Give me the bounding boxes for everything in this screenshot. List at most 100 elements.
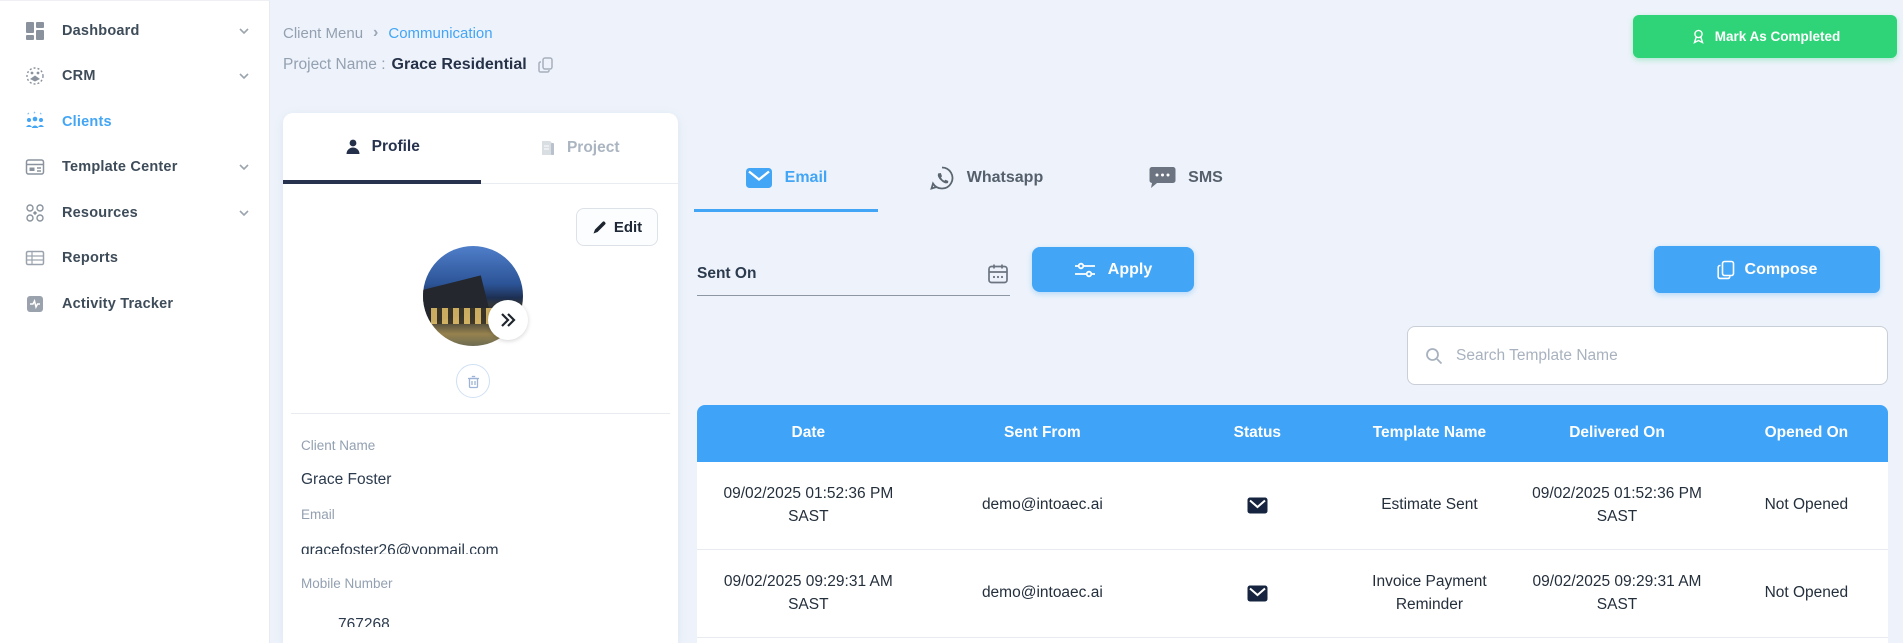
card-divider: [291, 413, 670, 414]
tab-email-label: Email: [784, 168, 828, 186]
tab-project[interactable]: Project: [480, 113, 678, 184]
email-icon: [745, 167, 772, 188]
chevron-down-icon: [239, 73, 249, 80]
resources-icon: [24, 202, 46, 224]
expand-avatar-button[interactable]: [488, 300, 528, 340]
trash-icon: [467, 375, 479, 388]
apply-button-label: Apply: [1107, 260, 1153, 278]
project-name-line: Project Name : Grace Residential: [283, 56, 555, 74]
main-content: Client Menu › Communication Project Name…: [270, 0, 1903, 643]
column-header-sent-from: Sent From: [1004, 424, 1081, 442]
table-row[interactable]: 09/02/2025 09:29:31 AM SAST demo@intoaec…: [697, 550, 1888, 638]
edit-button-label: Edit: [613, 218, 643, 236]
sidebar-item-crm[interactable]: CRM: [0, 54, 269, 100]
reports-icon: [24, 247, 46, 269]
sidebar-item-label: Template Center: [62, 159, 178, 176]
breadcrumb-separator-icon: ›: [373, 24, 379, 41]
chevron-down-icon: [239, 164, 249, 171]
compose-button[interactable]: Compose: [1654, 246, 1880, 293]
sent-on-label: Sent On: [697, 264, 757, 282]
column-header-template-name: Template Name: [1372, 424, 1487, 442]
email-label: Email: [301, 507, 335, 522]
cell-template-name: Estimate Sent: [1381, 496, 1478, 514]
sliders-icon: [1074, 262, 1095, 277]
breadcrumb-client-menu[interactable]: Client Menu: [283, 25, 363, 42]
tab-sms-label: SMS: [1188, 168, 1223, 186]
mobile-number-label: Mobile Number: [301, 576, 393, 591]
svg-text:*: *: [34, 111, 36, 117]
cell-opened-on: Not Opened: [1764, 584, 1849, 602]
project-name-label: Project Name :: [283, 56, 386, 73]
chevron-down-icon: [239, 210, 249, 216]
breadcrumb: Client Menu › Communication: [283, 24, 493, 42]
search-template-input[interactable]: [1456, 346, 1871, 365]
column-header-date: Date: [791, 424, 826, 442]
sidebar-item-label: Reports: [62, 250, 119, 267]
client-name-label: Client Name: [301, 438, 376, 453]
breadcrumb-communication[interactable]: Communication: [388, 25, 492, 42]
tab-sms[interactable]: SMS: [1094, 146, 1278, 212]
profile-card: Profile Project Edit Client Name Grace F…: [283, 113, 678, 643]
table-header-row: Date Sent From Status Template Name Deli…: [697, 405, 1888, 462]
calendar-icon[interactable]: [986, 262, 1010, 286]
sent-on-date-input[interactable]: Sent On: [697, 252, 1010, 296]
table-row[interactable]: 09/02/2025 01:52:36 PM SAST demo@intoaec…: [697, 462, 1888, 550]
cell-delivered-on: 09/02/2025 01:52:36 PM SAST: [1532, 485, 1702, 525]
table-row-partial: [697, 638, 1888, 643]
person-icon: [346, 139, 360, 154]
mark-as-completed-button[interactable]: Mark As Completed: [1633, 15, 1897, 58]
tab-whatsapp[interactable]: Whatsapp: [894, 146, 1078, 212]
sidebar-item-clients[interactable]: * * * Clients: [0, 99, 269, 145]
channel-tabs: Email Whatsapp SMS: [694, 146, 1294, 212]
column-header-delivered-on: Delivered On: [1569, 424, 1665, 442]
sidebar-item-resources[interactable]: Resources: [0, 190, 269, 236]
edit-button[interactable]: Edit: [576, 208, 658, 246]
sidebar-item-template-center[interactable]: Template Center: [0, 145, 269, 191]
compose-button-label: Compose: [1744, 260, 1818, 278]
tab-project-label: Project: [566, 139, 620, 156]
project-doc-icon: [541, 141, 554, 155]
apply-button[interactable]: Apply: [1032, 247, 1194, 292]
envelope-icon: [1247, 497, 1268, 514]
cell-status: [1165, 585, 1350, 602]
mobile-number-value: 767268: [338, 616, 390, 627]
profile-card-tabs: Profile Project: [283, 113, 678, 184]
email-table: Date Sent From Status Template Name Deli…: [697, 405, 1888, 643]
sidebar-item-reports[interactable]: Reports: [0, 236, 269, 282]
whatsapp-icon: [929, 166, 954, 190]
mark-as-completed-label: Mark As Completed: [1714, 29, 1841, 44]
tab-profile-label: Profile: [371, 137, 420, 155]
cell-date: 09/02/2025 01:52:36 PM SAST: [723, 485, 894, 525]
client-name-value: Grace Foster: [301, 471, 392, 488]
email-value: gracefoster26@yopmail.com: [301, 542, 499, 554]
template-center-icon: [24, 156, 46, 178]
cell-status: [1165, 497, 1350, 514]
copy-icon[interactable]: [537, 56, 555, 74]
sidebar-item-dashboard[interactable]: Dashboard: [0, 8, 269, 54]
sidebar: Dashboard CRM * * * Clients Template Cente…: [0, 0, 270, 643]
cell-template-name: Invoice Payment Reminder: [1372, 573, 1487, 613]
compose-icon: [1716, 260, 1734, 279]
cell-opened-on: Not Opened: [1764, 496, 1849, 514]
double-chevron-right-icon: [501, 313, 516, 327]
dashboard-icon: [24, 20, 46, 42]
column-header-opened-on: Opened On: [1764, 424, 1849, 442]
cell-sent-from: demo@intoaec.ai: [981, 584, 1103, 602]
tab-profile[interactable]: Profile: [283, 113, 481, 184]
sidebar-item-activity-tracker[interactable]: Activity Tracker: [0, 281, 269, 327]
sidebar-item-label: Resources: [62, 204, 138, 221]
chevron-down-icon: [239, 28, 249, 34]
tab-email[interactable]: Email: [694, 146, 878, 212]
delete-avatar-button[interactable]: [456, 364, 490, 398]
medal-icon: [1693, 29, 1704, 44]
search-icon: [1426, 347, 1443, 364]
project-name-value: Grace Residential: [391, 56, 527, 73]
crm-icon: [24, 65, 46, 87]
cell-date: 09/02/2025 09:29:31 AM SAST: [723, 573, 893, 613]
cell-delivered-on: 09/02/2025 09:29:31 AM SAST: [1532, 573, 1702, 613]
envelope-icon: [1247, 585, 1268, 602]
activity-tracker-icon: [24, 293, 46, 315]
svg-text:*: *: [27, 112, 29, 118]
svg-text:*: *: [40, 112, 42, 118]
column-header-status: Status: [1233, 424, 1282, 442]
